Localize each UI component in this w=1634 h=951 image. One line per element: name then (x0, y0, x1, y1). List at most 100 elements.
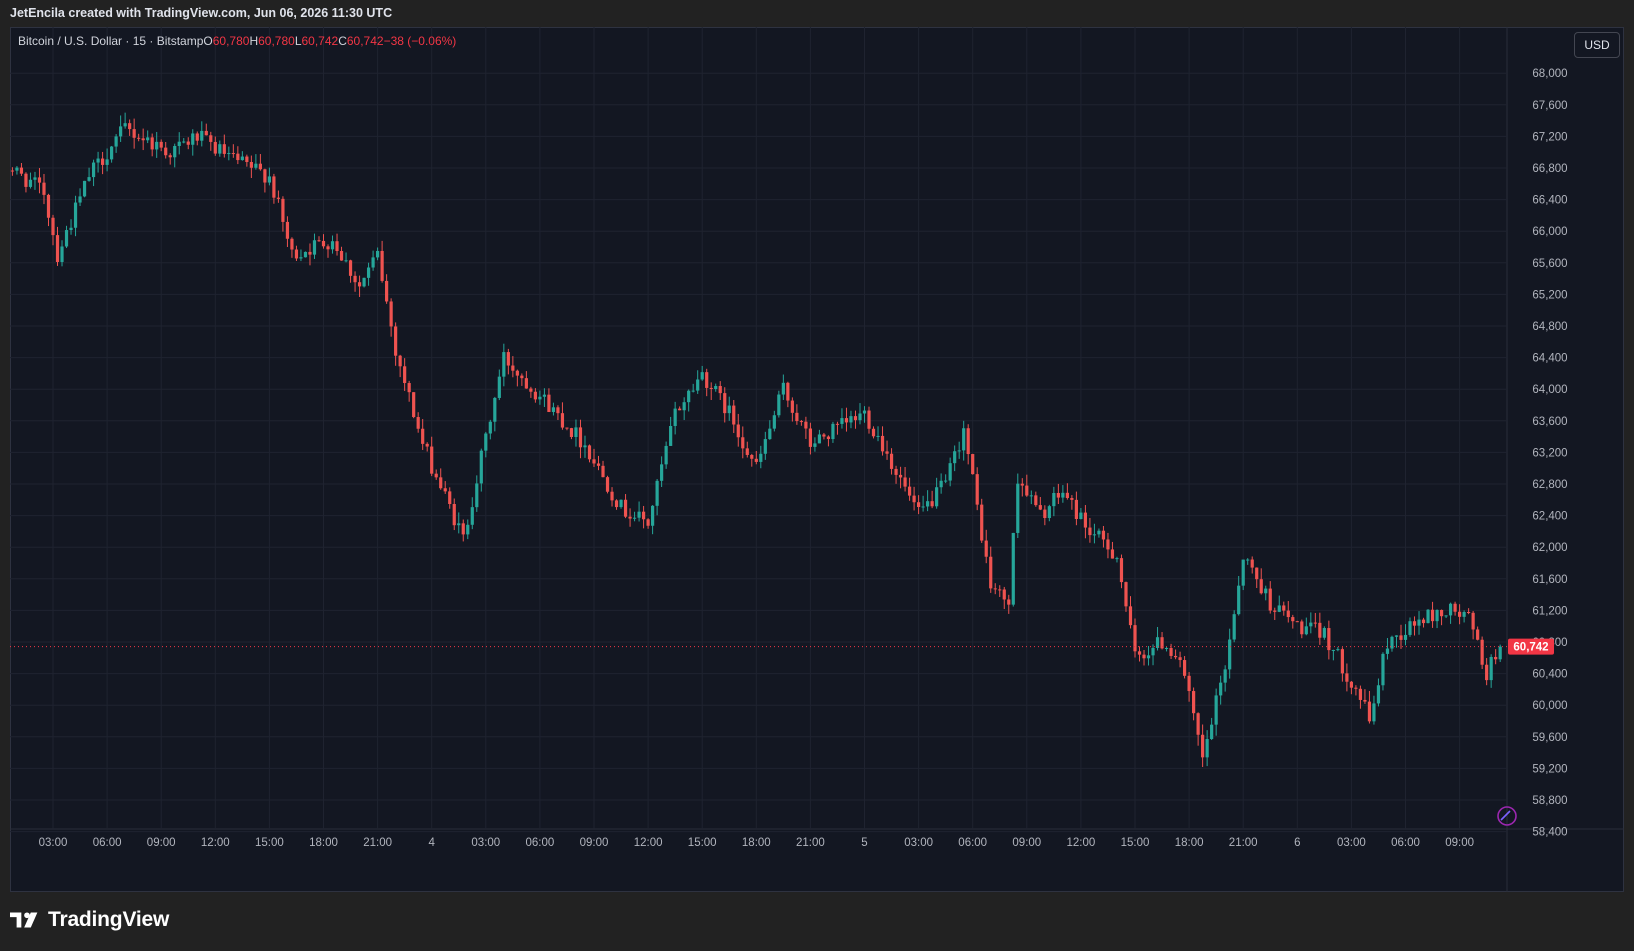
candle (840, 408, 844, 429)
candle (1340, 647, 1344, 682)
price-tick-label: 63,600 (1532, 416, 1567, 428)
candle (804, 416, 808, 439)
candle (227, 146, 231, 161)
candle (394, 322, 398, 366)
candle (497, 369, 501, 401)
candle (1106, 532, 1110, 559)
candle (254, 154, 258, 170)
candle (790, 397, 794, 422)
time-tick-label: 03:00 (39, 837, 68, 849)
candle (182, 138, 186, 144)
high-value: 60,780 (258, 34, 295, 48)
price-tick-label: 64,800 (1532, 321, 1567, 333)
candle (1228, 628, 1232, 679)
candle (236, 146, 240, 165)
candle (1300, 619, 1304, 639)
candle (1007, 594, 1011, 614)
candle (1480, 636, 1484, 670)
candle (880, 426, 885, 456)
candle (655, 479, 659, 516)
candle (876, 426, 880, 442)
candle (371, 250, 375, 271)
candle (1277, 595, 1281, 613)
price-tick-label: 64,400 (1532, 353, 1567, 365)
candle (452, 498, 456, 531)
candle (623, 494, 628, 519)
price-tick-label: 61,600 (1532, 574, 1567, 586)
candle (439, 468, 443, 490)
candle (605, 475, 610, 494)
candle (813, 437, 817, 452)
candle (632, 511, 637, 522)
candle (1029, 490, 1033, 505)
last-price-label: 60,742 (1513, 642, 1548, 654)
candle (515, 369, 519, 387)
candle (267, 167, 271, 186)
candle (551, 402, 556, 416)
candle (1264, 585, 1268, 601)
footer-brand[interactable]: TradingView (10, 908, 169, 932)
candle (276, 190, 281, 203)
candle (569, 427, 574, 440)
candle (619, 499, 623, 509)
candle (1327, 620, 1331, 660)
candle (123, 112, 127, 129)
candle (867, 406, 871, 434)
candle (966, 424, 970, 465)
candle (1313, 612, 1317, 628)
candle (51, 214, 55, 246)
open-label: O (203, 34, 213, 48)
candle (1025, 474, 1029, 497)
time-tick-label: 6 (1294, 837, 1300, 849)
attribution-text: JetEncila created with TradingView.com, … (10, 6, 393, 20)
candle (1336, 646, 1340, 652)
candle (980, 498, 984, 543)
candle (119, 115, 123, 142)
candle (326, 244, 330, 258)
candle (1219, 675, 1223, 705)
candle (285, 216, 290, 248)
close-label: C (338, 34, 347, 48)
candle (1192, 687, 1196, 721)
candle (488, 419, 492, 440)
candle (466, 519, 470, 540)
price-tick-label: 68,000 (1532, 68, 1567, 80)
time-tick-label: 03:00 (904, 837, 933, 849)
candle (849, 410, 853, 429)
currency-button[interactable]: USD (1574, 32, 1620, 58)
candle (186, 137, 190, 150)
time-tick-label: 12:00 (201, 837, 230, 849)
candle (533, 388, 537, 403)
price-tick-label: 60,400 (1532, 669, 1567, 681)
candle (1286, 601, 1290, 623)
candle (998, 585, 1002, 597)
candle (348, 259, 353, 283)
candle (128, 119, 132, 136)
candle (696, 370, 700, 394)
candle (673, 401, 677, 435)
candle (853, 410, 858, 429)
candle (763, 431, 767, 460)
candle (678, 406, 682, 411)
candle (1476, 626, 1480, 641)
candle (1016, 473, 1020, 539)
candle (1011, 532, 1015, 607)
price-chart[interactable]: 68,000 67,600 67,200 66,800 66,400 66,000 65,6… (10, 27, 1624, 892)
candle (46, 193, 51, 227)
candle (96, 151, 100, 173)
candle (628, 508, 632, 527)
candle (506, 348, 510, 375)
candle (1448, 602, 1453, 624)
candle (1210, 717, 1214, 741)
candle (37, 168, 42, 194)
time-tick-label: 15:00 (1121, 837, 1150, 849)
symbol-name[interactable]: Bitcoin / U.S. Dollar · 15 · Bitstamp (18, 34, 203, 48)
low-label: L (294, 34, 302, 48)
candle (263, 168, 267, 193)
price-tick-label: 62,400 (1532, 511, 1567, 523)
candle (587, 444, 592, 463)
candle (907, 477, 912, 501)
candle (1309, 612, 1313, 634)
candle (894, 465, 898, 484)
candle (150, 133, 154, 157)
